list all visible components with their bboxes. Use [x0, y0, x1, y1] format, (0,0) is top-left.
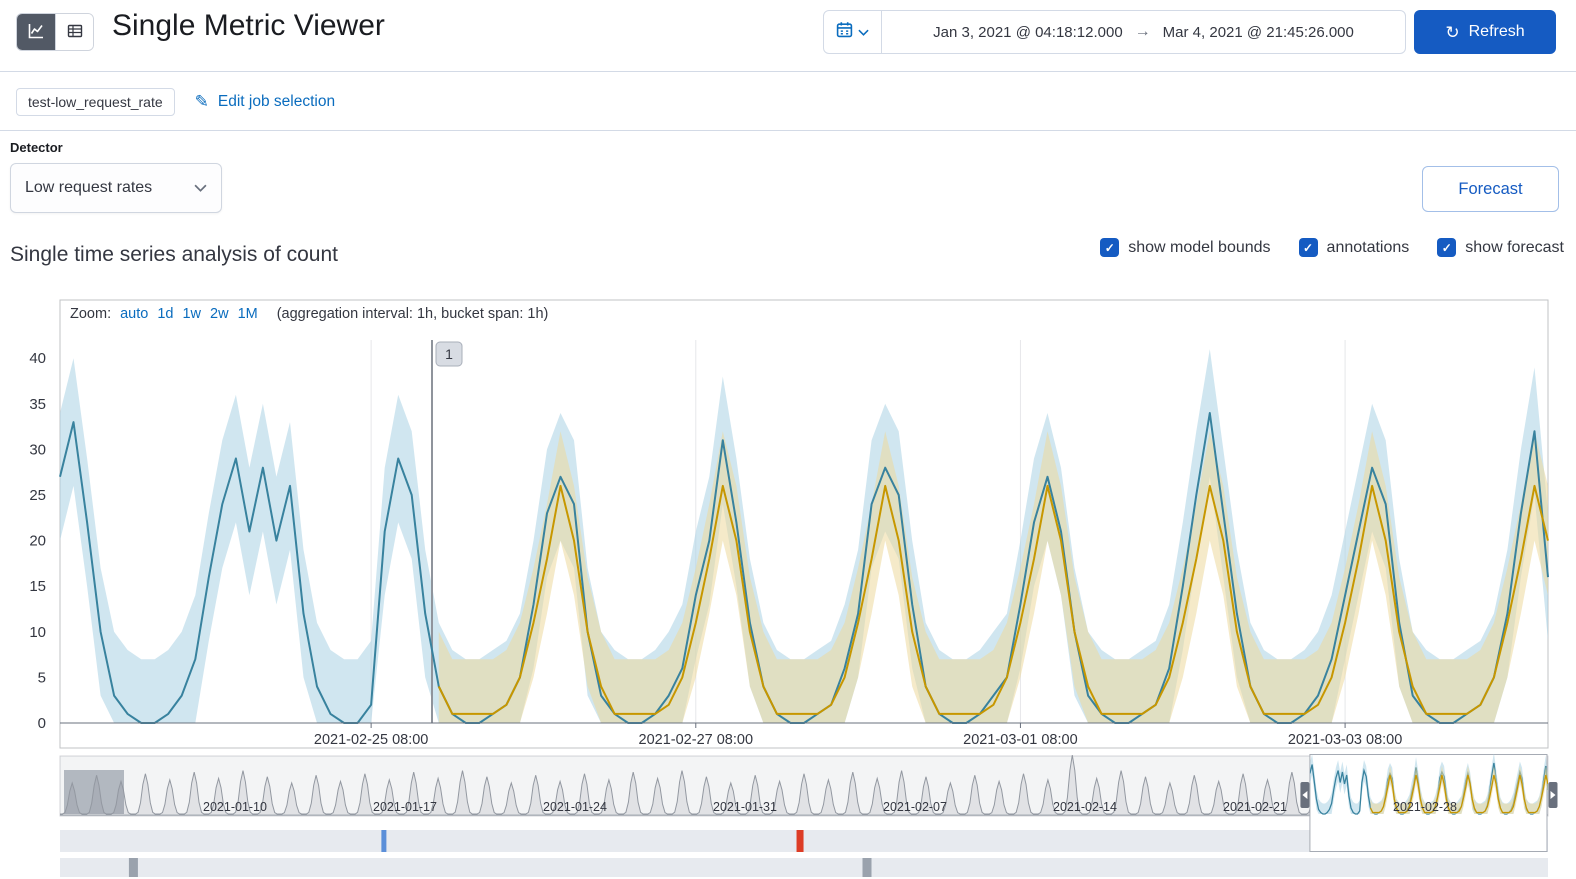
checkbox-label: annotations — [1326, 238, 1410, 256]
pencil-icon: ✎ — [194, 92, 209, 111]
chevron-down-icon — [858, 23, 869, 41]
table-view-button[interactable] — [55, 14, 93, 50]
page-title: Single Metric Viewer — [112, 9, 385, 42]
quick-select-dropdown[interactable] — [824, 11, 882, 53]
zoom-option-auto[interactable]: auto — [120, 306, 148, 322]
checkbox-show-forecast[interactable]: ✓ show forecast — [1437, 238, 1564, 257]
svg-text:2021-02-14: 2021-02-14 — [1053, 800, 1117, 814]
job-selection-bar: test-low_request_rate ✎ Edit job selecti… — [16, 88, 335, 116]
svg-text:0: 0 — [38, 715, 46, 732]
svg-text:2021-03-01 08:00: 2021-03-01 08:00 — [963, 732, 1078, 748]
zoom-option-1d[interactable]: 1d — [157, 306, 173, 322]
svg-text:2021-02-28: 2021-02-28 — [1393, 800, 1457, 814]
checkbox-label: show model bounds — [1128, 238, 1271, 256]
detector-selected-value: Low request rates — [25, 179, 153, 196]
checkbox-checked-icon: ✓ — [1437, 238, 1457, 257]
date-range-picker: Jan 3, 2021 @ 04:18:12.000 → Mar 4, 2021… — [823, 10, 1406, 54]
section-heading: Single time series analysis of count — [10, 243, 338, 266]
zoom-option-2w[interactable]: 2w — [210, 306, 229, 322]
calendar-icon — [836, 21, 853, 43]
svg-text:15: 15 — [29, 578, 46, 595]
forecast-button[interactable]: Forecast — [1422, 166, 1559, 212]
chevron-down-icon — [194, 179, 207, 197]
svg-text:30: 30 — [29, 441, 46, 458]
zoom-label: Zoom: — [70, 306, 112, 322]
line-chart-icon — [28, 23, 44, 42]
svg-text:2021-01-24: 2021-01-24 — [543, 800, 607, 814]
edit-job-selection-label: Edit job selection — [217, 93, 336, 110]
svg-text:2021-02-25 08:00: 2021-02-25 08:00 — [314, 732, 429, 748]
svg-text:2021-02-07: 2021-02-07 — [883, 800, 947, 814]
svg-text:2021-03-03 08:00: 2021-03-03 08:00 — [1288, 732, 1403, 748]
date-range-arrow-icon: → — [1134, 23, 1151, 40]
svg-text:2021-02-27 08:00: 2021-02-27 08:00 — [639, 732, 754, 748]
svg-text:2021-01-10: 2021-01-10 — [203, 800, 267, 814]
edit-job-selection-link[interactable]: ✎ Edit job selection — [195, 92, 335, 112]
refresh-button[interactable]: ↻ Refresh — [1414, 10, 1556, 54]
start-date[interactable]: Jan 3, 2021 @ 04:18:12.000 — [933, 24, 1123, 41]
zoom-option-1w[interactable]: 1w — [182, 306, 201, 322]
svg-text:10: 10 — [29, 624, 46, 641]
svg-text:2021-02-21: 2021-02-21 — [1223, 800, 1287, 814]
table-icon — [67, 23, 83, 42]
checkbox-annotations[interactable]: ✓ annotations — [1298, 238, 1410, 257]
zoom-option-1M[interactable]: 1M — [238, 306, 258, 322]
svg-text:2021-01-31: 2021-01-31 — [713, 800, 777, 814]
svg-text:35: 35 — [29, 396, 46, 413]
svg-text:25: 25 — [29, 487, 46, 504]
refresh-label: Refresh — [1468, 23, 1525, 40]
job-badge: test-low_request_rate — [16, 88, 175, 116]
refresh-icon: ↻ — [1445, 22, 1460, 42]
date-range-display: Jan 3, 2021 @ 04:18:12.000 → Mar 4, 2021… — [882, 11, 1405, 53]
svg-text:5: 5 — [38, 669, 46, 686]
zoom-controls: Zoom: auto 1d 1w 2w 1M (aggregation inte… — [70, 306, 548, 322]
checkbox-label: show forecast — [1465, 238, 1564, 256]
checkbox-checked-icon: ✓ — [1100, 238, 1120, 257]
aggregation-note: (aggregation interval: 1h, bucket span: … — [276, 306, 549, 322]
checkbox-checked-icon: ✓ — [1298, 238, 1318, 257]
chart-view-button[interactable] — [17, 14, 55, 50]
detector-select[interactable]: Low request rates — [10, 163, 222, 213]
divider — [0, 71, 1576, 72]
end-date[interactable]: Mar 4, 2021 @ 21:45:26.000 — [1163, 24, 1354, 41]
main-chart-svg[interactable]: 1 2021-02-25 08:00 2021-02-27 08:00 2021-03… — [0, 298, 1576, 750]
svg-text:2021-01-17: 2021-01-17 — [373, 800, 437, 814]
context-chart-svg[interactable]: 2021-01-10 2021-01-17 2021-01-24 2021-01-31… — [0, 754, 1576, 879]
view-toggle-group — [16, 13, 94, 51]
svg-text:1: 1 — [445, 346, 453, 362]
checkbox-show-model-bounds[interactable]: ✓ show model bounds — [1100, 238, 1271, 257]
svg-text:20: 20 — [29, 533, 46, 550]
detector-label: Detector — [10, 140, 63, 155]
divider — [0, 130, 1576, 131]
chart-options-row: ✓ show model bounds ✓ annotations ✓ show… — [1100, 238, 1564, 257]
svg-text:40: 40 — [29, 350, 46, 367]
